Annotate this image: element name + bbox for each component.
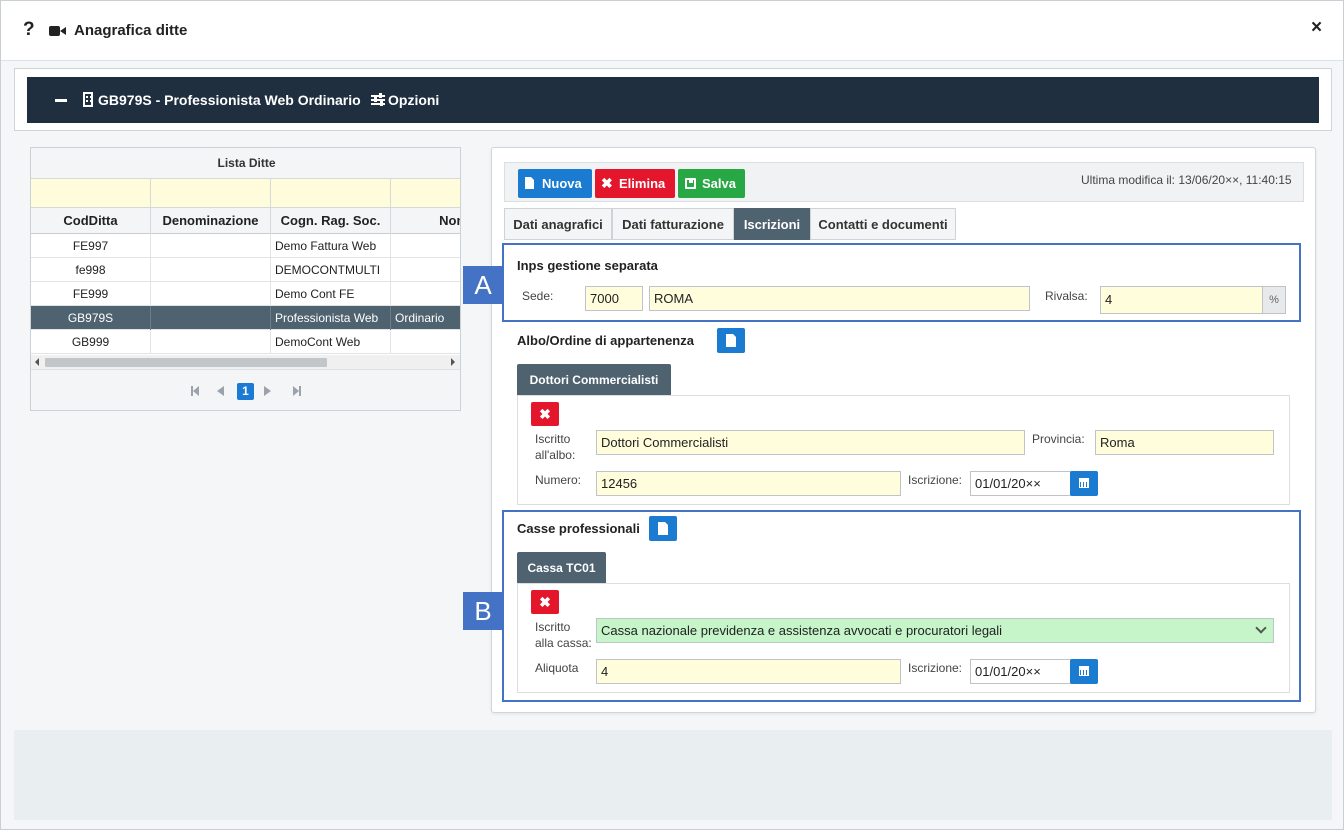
cell-nome xyxy=(391,282,460,306)
cell-nome: Ordinario xyxy=(391,306,460,330)
cell-cod: fe998 xyxy=(31,258,151,282)
cell-nome xyxy=(391,258,460,282)
callout-a: A xyxy=(463,266,503,304)
new-button[interactable]: Nuova xyxy=(518,169,592,198)
delete-button-label: Elimina xyxy=(619,176,666,191)
video-icon[interactable] xyxy=(49,26,66,36)
save-icon xyxy=(685,178,696,189)
tab-dati-fatturazione[interactable]: Dati fatturazione xyxy=(612,208,734,240)
column-header[interactable]: Denominazione xyxy=(151,208,271,234)
cell-cogn: Demo Cont FE xyxy=(271,282,391,306)
close-icon[interactable]: × xyxy=(1311,17,1322,39)
filter-cell-cod[interactable] xyxy=(31,179,151,208)
iscrizione-albo-input[interactable]: 01/01/20×× xyxy=(970,471,1071,496)
scrollbar-thumb[interactable] xyxy=(45,358,327,367)
cell-cod: GB999 xyxy=(31,330,151,354)
albo-tab[interactable]: Dottori Commercialisti xyxy=(517,364,671,396)
filter-row xyxy=(31,179,460,208)
cell-nome xyxy=(391,330,460,354)
cell-cod: GB979S xyxy=(31,306,151,330)
prev-page-icon[interactable] xyxy=(217,386,224,396)
provincia-label: Provincia: xyxy=(1032,432,1085,446)
file-icon xyxy=(525,177,534,189)
albo-section-title: Albo/Ordine di appartenenza xyxy=(517,333,694,348)
title-bar: ? Anagrafica ditte × xyxy=(1,1,1343,61)
table-row-selected[interactable]: GB979S Professionista Web Ordinario xyxy=(31,306,460,330)
numero-input[interactable]: 12456 xyxy=(596,471,901,496)
iscritto-albo-input[interactable]: Dottori Commercialisti xyxy=(596,430,1025,455)
tab-contatti-documenti[interactable]: Contatti e documenti xyxy=(810,208,956,240)
pager: 1 xyxy=(31,369,460,410)
cell-nome xyxy=(391,234,460,258)
help-icon[interactable]: ? xyxy=(23,19,35,41)
footer-area xyxy=(14,730,1332,820)
callout-b: B xyxy=(463,592,503,630)
building-icon xyxy=(83,92,93,107)
window-title: Anagrafica ditte xyxy=(74,22,188,39)
cell-cogn: Demo Fattura Web xyxy=(271,234,391,258)
highlight-box-b xyxy=(502,510,1301,702)
cell-den xyxy=(151,258,271,282)
first-page-icon[interactable] xyxy=(191,386,199,396)
iscritto-albo-label-1: Iscritto xyxy=(535,432,571,446)
cell-cogn: DEMOCONTMULTI xyxy=(271,258,391,282)
albo-box: ✖ Iscritto all'albo: Dottori Commerciali… xyxy=(517,395,1290,505)
file-icon xyxy=(726,334,736,347)
save-button[interactable]: Salva xyxy=(678,169,745,198)
numero-label: Numero: xyxy=(535,473,582,487)
scroll-left-icon[interactable] xyxy=(35,358,39,366)
grid-caption: Lista Ditte xyxy=(31,148,460,179)
delete-albo-button[interactable]: ✖ xyxy=(531,402,559,426)
save-button-label: Salva xyxy=(702,176,736,191)
last-modified-text: Ultima modifica il: 13/06/20××, 11:40:15 xyxy=(1081,173,1292,187)
column-header[interactable]: Nom xyxy=(391,208,460,234)
sliders-icon[interactable] xyxy=(371,93,385,106)
record-title: GB979S - Professionista Web Ordinario xyxy=(98,92,361,108)
scroll-right-icon[interactable] xyxy=(451,358,455,366)
options-menu[interactable]: Opzioni xyxy=(388,92,439,108)
cell-den xyxy=(151,234,271,258)
provincia-input[interactable]: Roma xyxy=(1095,430,1274,455)
company-list-grid: Lista Ditte CodDitta Denominazione Cogn.… xyxy=(30,147,461,411)
cell-den xyxy=(151,330,271,354)
cell-den xyxy=(151,306,271,330)
add-albo-button[interactable] xyxy=(717,328,745,353)
table-row[interactable]: FE997 Demo Fattura Web xyxy=(31,234,460,258)
table-row[interactable]: fe998 DEMOCONTMULTI xyxy=(31,258,460,282)
cell-cogn: Professionista Web xyxy=(271,306,391,330)
new-button-label: Nuova xyxy=(542,176,582,191)
table-row[interactable]: FE999 Demo Cont FE xyxy=(31,282,460,306)
cell-cogn: DemoCont Web xyxy=(271,330,391,354)
calendar-icon[interactable] xyxy=(1070,471,1098,496)
header-panel: GB979S - Professionista Web Ordinario Op… xyxy=(14,68,1332,131)
app-window: ? Anagrafica ditte × GB979S - Profession… xyxy=(0,0,1344,830)
cell-cod: FE999 xyxy=(31,282,151,306)
close-icon: ✖ xyxy=(601,175,613,191)
toolbar: Nuova ✖ Elimina Salva Ultima modifica il… xyxy=(504,162,1304,202)
filter-cell-den[interactable] xyxy=(151,179,271,208)
iscrizione-albo-label: Iscrizione: xyxy=(908,473,963,487)
last-page-icon[interactable] xyxy=(293,386,301,396)
next-page-icon[interactable] xyxy=(264,386,271,396)
tab-iscrizioni[interactable]: Iscrizioni xyxy=(734,208,810,240)
current-page[interactable]: 1 xyxy=(237,383,254,400)
cell-cod: FE997 xyxy=(31,234,151,258)
tab-dati-anagrafici[interactable]: Dati anagrafici xyxy=(504,208,612,240)
column-header[interactable]: CodDitta xyxy=(31,208,151,234)
highlight-box-a xyxy=(502,243,1301,322)
record-header: GB979S - Professionista Web Ordinario Op… xyxy=(27,77,1319,123)
iscritto-albo-label-2: all'albo: xyxy=(535,448,576,462)
collapse-icon[interactable] xyxy=(55,99,67,102)
filter-cell-nome[interactable] xyxy=(391,179,460,208)
delete-button[interactable]: ✖ Elimina xyxy=(595,169,675,198)
filter-cell-cogn[interactable] xyxy=(271,179,391,208)
table-row[interactable]: GB999 DemoCont Web xyxy=(31,330,460,354)
grid-header-row: CodDitta Denominazione Cogn. Rag. Soc. N… xyxy=(31,208,460,234)
column-header[interactable]: Cogn. Rag. Soc. xyxy=(271,208,391,234)
horizontal-scrollbar[interactable] xyxy=(31,355,460,369)
tab-bar: Dati anagrafici Dati fatturazione Iscriz… xyxy=(504,208,1304,240)
cell-den xyxy=(151,282,271,306)
